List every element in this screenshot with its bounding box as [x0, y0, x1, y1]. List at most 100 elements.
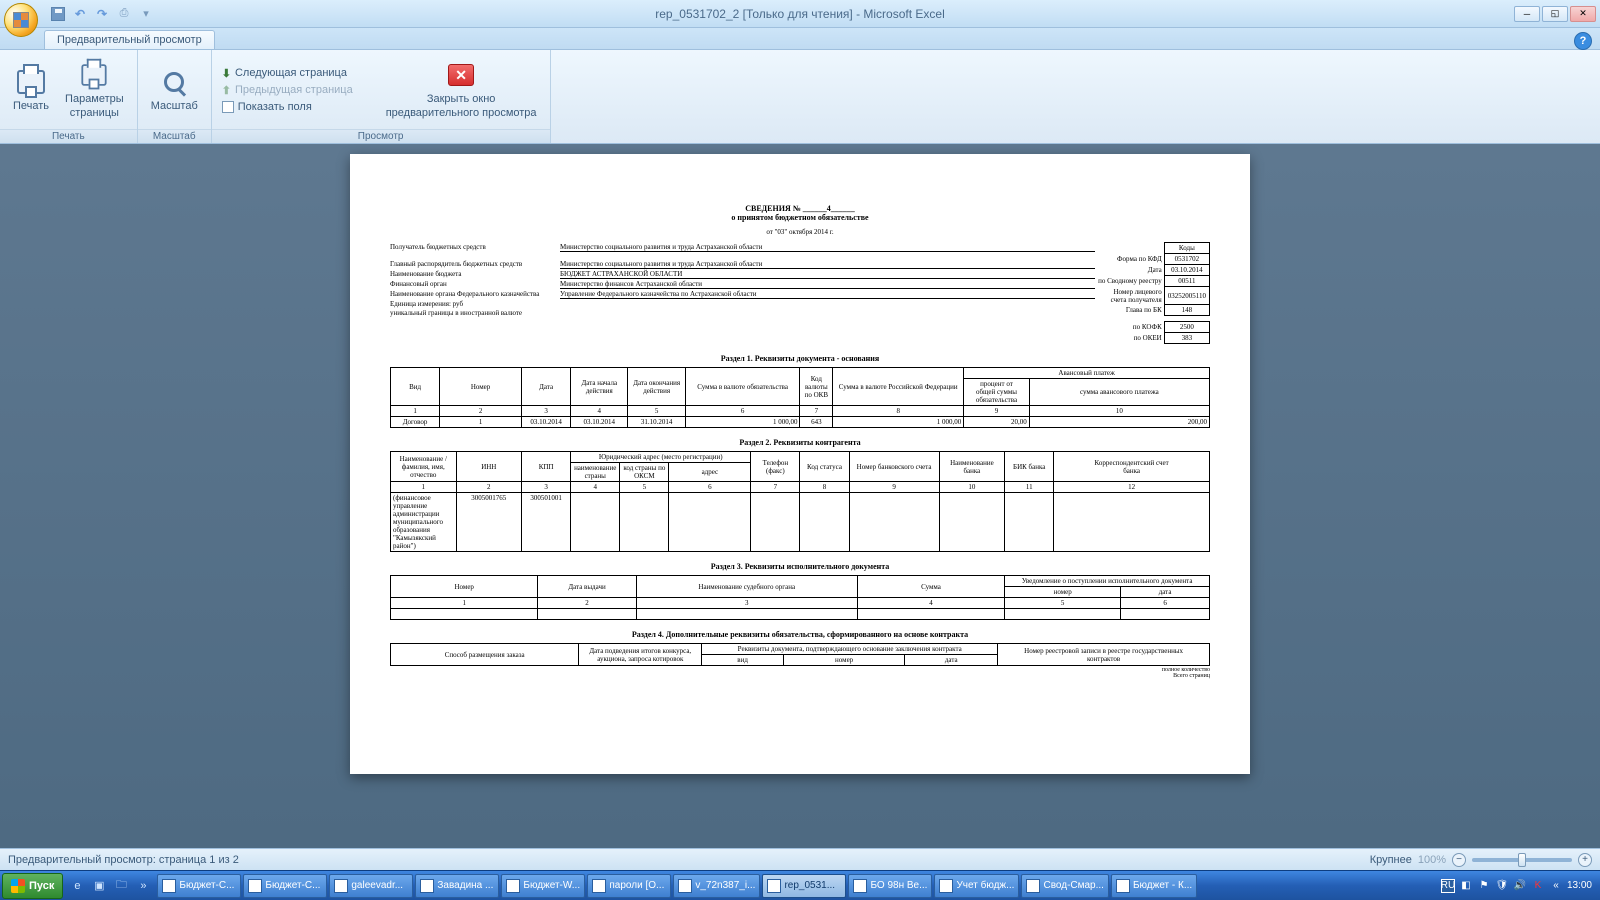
table-header: Юридический адрес (место регистрации) — [571, 452, 751, 463]
taskbar-item-label: Бюджет-С... — [265, 880, 320, 891]
app-icon — [592, 879, 606, 893]
taskbar-item-label: v_72n387_i... — [695, 880, 755, 891]
taskbar-item[interactable]: Бюджет-С... — [243, 874, 327, 898]
preview-workspace[interactable]: СВЕДЕНИЯ № ______4______ о принятом бюдж… — [0, 144, 1600, 848]
meta-label: Главный распорядитель бюджетных средств — [390, 260, 560, 269]
ql-ie-icon[interactable]: e — [67, 875, 87, 897]
tray-clock[interactable]: 13:00 — [1567, 880, 1592, 891]
taskbar-item[interactable]: Учет бюдж... — [934, 874, 1019, 898]
codes-value: 03.10.2014 — [1164, 265, 1209, 276]
close-preview-button[interactable]: ✕ Закрыть окно предварительного просмотр… — [379, 56, 544, 122]
tray-icon[interactable]: ◧ — [1459, 879, 1473, 893]
tray-icon[interactable]: 🛡 — [1495, 879, 1509, 893]
taskbar-item[interactable]: Завадина ... — [415, 874, 499, 898]
doc-codes-box: Коды Форма по КФД0531702 Дата03.10.2014 … — [1095, 242, 1210, 344]
taskbar-item[interactable]: Бюджет-W... — [501, 874, 585, 898]
minimize-button[interactable]: ─ — [1514, 6, 1540, 22]
table-header: дата — [905, 655, 998, 666]
zoom-in-button[interactable]: + — [1578, 853, 1592, 867]
show-margins-checkbox[interactable]: Показать поля — [218, 100, 357, 114]
tray-lang[interactable]: RU — [1441, 879, 1455, 893]
app-icon — [506, 879, 520, 893]
section1-title: Раздел 1. Реквизиты документа - основани… — [390, 354, 1210, 363]
codes-label: по Сводному реестру — [1095, 276, 1164, 287]
tab-print-preview[interactable]: Предварительный просмотр — [44, 30, 215, 49]
next-page-label: Следующая страница — [235, 67, 347, 79]
start-button[interactable]: Пуск — [2, 873, 63, 899]
taskbar-item[interactable]: Бюджет-С... — [157, 874, 241, 898]
printer-icon — [15, 66, 47, 98]
zoom-level: 100% — [1418, 854, 1446, 866]
meta-label: Финансовый орган — [390, 280, 560, 289]
table-header: Номер реестровой записи в реестре госуда… — [998, 644, 1210, 666]
table-row: (финансовое управление администрации мун… — [391, 493, 1210, 552]
table-header: Дата окончания действия — [628, 368, 685, 406]
taskbar-item-label: Бюджет - К... — [1133, 880, 1192, 891]
office-button[interactable] — [4, 3, 38, 37]
meta-value: Министерство финансов Астраханской облас… — [560, 280, 1095, 289]
save-icon[interactable] — [50, 6, 66, 22]
qat-dropdown-icon[interactable]: ▾ — [138, 6, 154, 22]
print-button-label: Печать — [13, 100, 49, 113]
zoom-larger-label[interactable]: Крупнее — [1370, 854, 1412, 866]
prev-page-button: ⬆ Предыдущая страница — [218, 83, 357, 98]
app-icon — [678, 879, 692, 893]
group-label-zoom: Масштаб — [138, 129, 211, 143]
table-row: 123456 — [391, 598, 1210, 609]
meta-value: Министерство социального развития и труд… — [560, 260, 1095, 269]
table-header: номер — [1005, 587, 1121, 598]
table-header: процент от общей суммы обязательства — [964, 379, 1030, 406]
tray-icon[interactable]: K — [1531, 879, 1545, 893]
taskbar-item-label: galeevadr... — [351, 880, 403, 891]
tray-icon[interactable]: ⚑ — [1477, 879, 1491, 893]
taskbar-item-label: Бюджет-С... — [179, 880, 234, 891]
windows-logo-icon — [11, 879, 25, 893]
zoom-button[interactable]: Масштаб — [144, 63, 205, 116]
close-button[interactable]: ✕ — [1570, 6, 1596, 22]
taskbar-item[interactable]: Свод-Смар... — [1021, 874, 1108, 898]
table-header: адрес — [669, 463, 751, 482]
table-header: Номер — [440, 368, 522, 406]
codes-value: 2500 — [1164, 322, 1209, 333]
checkbox-icon[interactable] — [222, 101, 234, 113]
section1-table: Вид Номер Дата Дата начала действия Дата… — [390, 367, 1210, 428]
zoom-slider-thumb[interactable] — [1518, 853, 1526, 867]
app-icon — [162, 879, 176, 893]
print-button[interactable]: Печать — [6, 63, 56, 116]
codes-label: Глава по БК — [1095, 305, 1164, 316]
taskbar-item[interactable]: v_72n387_i... — [673, 874, 760, 898]
ribbon-group-view: ⬇ Следующая страница ⬆ Предыдущая страни… — [212, 50, 551, 143]
taskbar-item-label: Учет бюдж... — [956, 880, 1014, 891]
next-page-button[interactable]: ⬇ Следующая страница — [218, 66, 357, 81]
meta-label: Наименование бюджета — [390, 270, 560, 279]
section3-title: Раздел 3. Реквизиты исполнительного доку… — [390, 562, 1210, 571]
group-label-view: Просмотр — [212, 129, 550, 143]
qat-print-icon[interactable]: ⎙ — [116, 6, 132, 22]
page-setup-button[interactable]: Параметры страницы — [58, 56, 131, 122]
redo-icon[interactable]: ↷ — [94, 6, 110, 22]
taskbar-item[interactable]: пароли [O... — [587, 874, 671, 898]
taskbar-item[interactable]: Бюджет - К... — [1111, 874, 1197, 898]
taskbar-item[interactable]: rep_0531... — [762, 874, 846, 898]
document-page: СВЕДЕНИЯ № ______4______ о принятом бюдж… — [350, 154, 1250, 774]
ql-explorer-icon[interactable]: 🗀 — [111, 875, 131, 897]
zoom-slider[interactable] — [1472, 858, 1572, 862]
help-button[interactable]: ? — [1574, 32, 1592, 50]
tray-chevron-icon[interactable]: « — [1549, 879, 1563, 893]
restore-button[interactable]: ◱ — [1542, 6, 1568, 22]
table-header: Дата выдачи — [538, 576, 636, 598]
table-row: 123456789101112 — [391, 482, 1210, 493]
table-row: 12345678910 — [391, 406, 1210, 417]
taskbar-item[interactable]: БО 98н Ве... — [848, 874, 932, 898]
tray-icon[interactable]: 🔊 — [1513, 879, 1527, 893]
prev-page-label: Предыдущая страница — [235, 84, 353, 96]
taskbar-item[interactable]: galeevadr... — [329, 874, 413, 898]
table-header: Сумма — [857, 576, 1004, 598]
undo-icon[interactable]: ↶ — [72, 6, 88, 22]
ql-chevron-icon[interactable]: » — [133, 875, 153, 897]
table-header: Код валюты по ОКВ — [800, 368, 833, 406]
zoom-out-button[interactable]: − — [1452, 853, 1466, 867]
codes-value: 0531702 — [1164, 254, 1209, 265]
ql-desktop-icon[interactable]: ▣ — [89, 875, 109, 897]
codes-value: 383 — [1164, 333, 1209, 344]
